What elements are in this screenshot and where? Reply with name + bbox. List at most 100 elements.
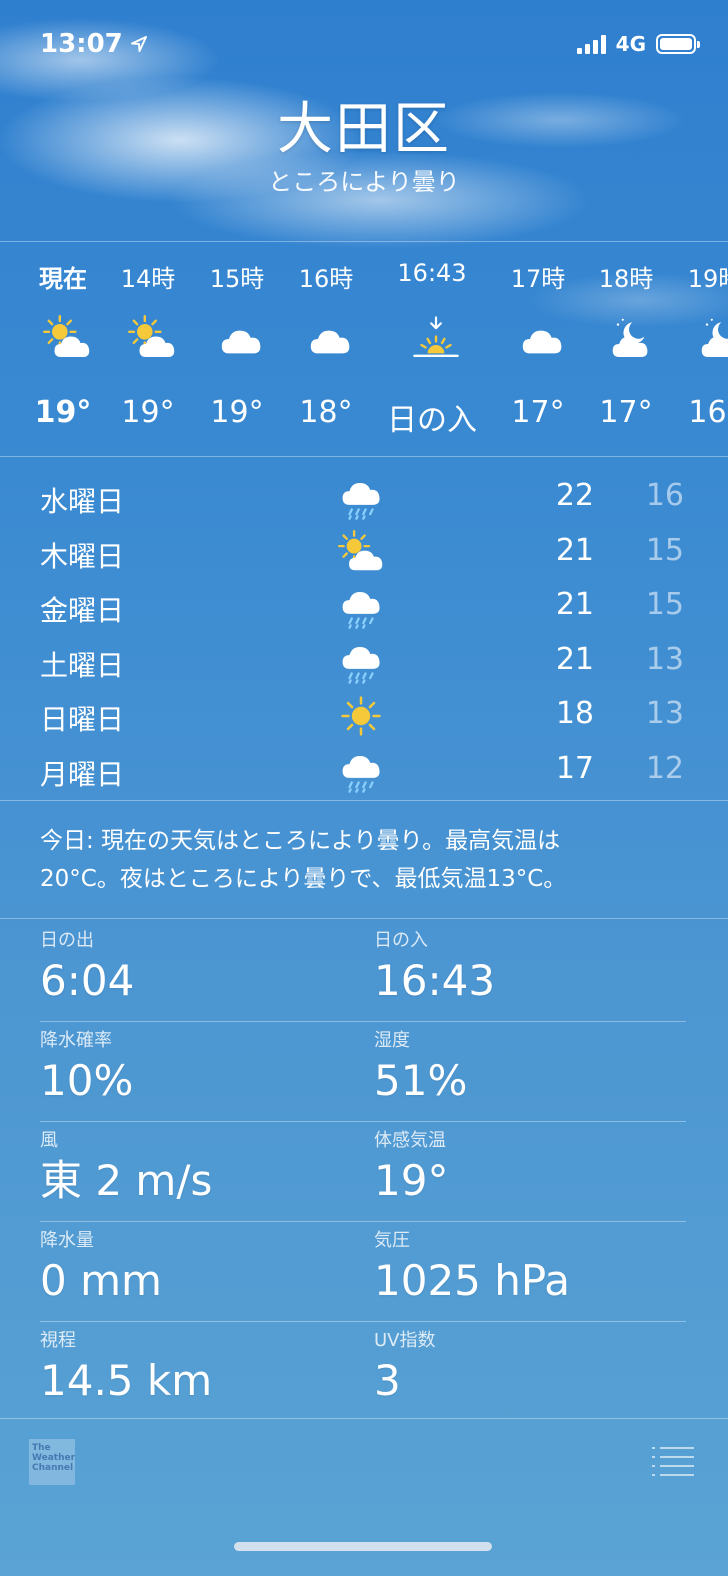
cloud-icon (217, 315, 261, 355)
detail-label: UV指数 (374, 1330, 436, 1351)
hour-label: 18時 (598, 265, 654, 293)
hour-temp: 17° (511, 395, 565, 430)
list-icon[interactable] (652, 1445, 694, 1476)
daily-row: 木曜日 21 15 (0, 525, 728, 579)
detail-row: 視程 14.5 km UV指数 3 (40, 1322, 686, 1421)
detail-label: 日の入 (374, 930, 428, 951)
detail-row: 風東 2 m/s 体感気温 19° (40, 1122, 686, 1222)
hour-label: 15時 (209, 265, 265, 293)
detail-value: 51% (374, 1056, 468, 1105)
home-indicator[interactable] (234, 1542, 492, 1551)
location-header: 大田区 ところにより曇り (0, 96, 728, 198)
rain-cloud-icon (338, 748, 384, 793)
detail-cell: 湿度 51% (374, 1030, 694, 1108)
low-temp: 13 (645, 696, 684, 731)
detail-label: 降水確率 (40, 1030, 112, 1051)
detail-cell: UV指数 3 (374, 1330, 694, 1408)
detail-cell: 視程 14.5 km (40, 1330, 360, 1408)
detail-cell: 風東 2 m/s (40, 1130, 360, 1208)
partly-sunny-icon (338, 529, 384, 572)
rain-cloud-icon (338, 584, 384, 629)
detail-cell: 気圧 1025 hPa (374, 1230, 694, 1308)
detail-label: 視程 (40, 1330, 76, 1351)
detail-value: 東 2 m/s (40, 1156, 213, 1205)
hour-temp: 日の入 (387, 403, 477, 438)
detail-label: 体感気温 (374, 1130, 446, 1151)
network-type: 4G (615, 32, 646, 56)
status-right: 4G (576, 32, 700, 56)
low-temp: 12 (645, 750, 684, 786)
low-temp: 13 (645, 641, 684, 677)
detail-cell: 降水量 0 mm (40, 1230, 360, 1308)
hour-label: 14時 (120, 265, 176, 293)
low-temp: 15 (645, 587, 684, 622)
detail-label: 降水量 (40, 1230, 94, 1251)
hour-label: 現在 (39, 265, 87, 293)
partly-sunny-icon (127, 315, 175, 357)
detail-row: 降水確率 10% 湿度 51% (40, 1022, 686, 1122)
logo-text: Channel (32, 1463, 74, 1473)
detail-label: 気圧 (374, 1230, 410, 1251)
detail-cell: 日の出 6:04 (40, 930, 360, 1008)
hourly-forecast[interactable]: 現在 19° 14時 19° 15時 19° 16時 18° 16:43 日の入 17時 17° 18時… (0, 243, 728, 455)
divider (0, 800, 728, 801)
weather-details: 日の出 6:04 日の入 16:43 降水確率 10% 湿度 51% 風東 2 m/s 体感気温 1… (40, 922, 686, 1421)
detail-value: 10% (40, 1056, 134, 1105)
cloud-icon (306, 315, 350, 355)
hour-label: 16時 (298, 265, 354, 293)
city-name: 大田区 (277, 97, 451, 162)
detail-cell: 降水確率 10% (40, 1030, 360, 1108)
low-temp: 15 (645, 532, 684, 568)
detail-value: 3 (374, 1356, 401, 1405)
current-condition: ところにより曇り (268, 168, 460, 196)
footer-bar: The Weather Channel (0, 1418, 728, 1509)
weather-channel-logo[interactable]: The Weather Channel (29, 1439, 75, 1485)
hour-temp: 19° (34, 395, 92, 430)
sun-icon (338, 693, 384, 736)
high-temp: 18 (555, 696, 594, 731)
hour-label: 16:43 (397, 259, 467, 287)
high-temp: 22 (555, 478, 594, 513)
divider (0, 456, 728, 457)
day-name: 木曜日 (40, 539, 125, 573)
daily-row: 金曜日 21 15 (0, 579, 728, 633)
low-temp: 16 (645, 478, 684, 513)
high-temp: 21 (555, 641, 594, 677)
partly-cloudy-night-icon (695, 315, 728, 358)
hour-temp: 19° (210, 395, 264, 430)
day-name: 金曜日 (40, 594, 125, 627)
detail-value: 1025 hPa (374, 1256, 571, 1305)
hour-label: 17時 (510, 265, 566, 293)
detail-value: 19° (374, 1156, 449, 1205)
detail-label: 湿度 (374, 1030, 410, 1051)
signal-bars-icon (576, 34, 606, 54)
hour-temp: 17° (599, 395, 653, 430)
hour-temp: 16° (688, 395, 728, 430)
detail-value: 16:43 (374, 956, 496, 1005)
location-arrow-icon (130, 36, 147, 52)
detail-row: 降水量 0 mm 気圧 1025 hPa (40, 1222, 686, 1322)
detail-row: 日の出 6:04 日の入 16:43 (40, 922, 686, 1022)
day-name: 水曜日 (40, 485, 125, 518)
hour-label: 19時 (687, 265, 728, 293)
day-name: 土曜日 (40, 648, 125, 682)
detail-label: 日の出 (40, 930, 94, 951)
summary-line: 今日: 現在の天気はところにより曇り。最高気温は (40, 828, 561, 854)
rain-cloud-icon (338, 475, 384, 520)
logo-text: Weather (32, 1453, 76, 1463)
hour-temp: 19° (121, 395, 175, 430)
high-temp: 17 (555, 750, 594, 786)
hour-temp: 18° (299, 395, 353, 430)
detail-label: 風 (40, 1130, 58, 1151)
day-name: 日曜日 (40, 703, 125, 736)
sunset-icon (412, 315, 459, 357)
high-temp: 21 (555, 532, 594, 568)
today-summary: 今日: 現在の天気はところにより曇り。最高気温は 20°C。夜はところにより曇り… (40, 822, 680, 898)
daily-row: 月曜日 17 12 (0, 743, 728, 797)
detail-cell: 日の入 16:43 (374, 930, 694, 1008)
status-time: 13:07 (40, 29, 149, 59)
logo-text: The (32, 1443, 51, 1453)
status-bar: 13:07 4G (40, 26, 700, 62)
cloud-icon (518, 315, 562, 355)
detail-cell: 体感気温 19° (374, 1130, 694, 1208)
